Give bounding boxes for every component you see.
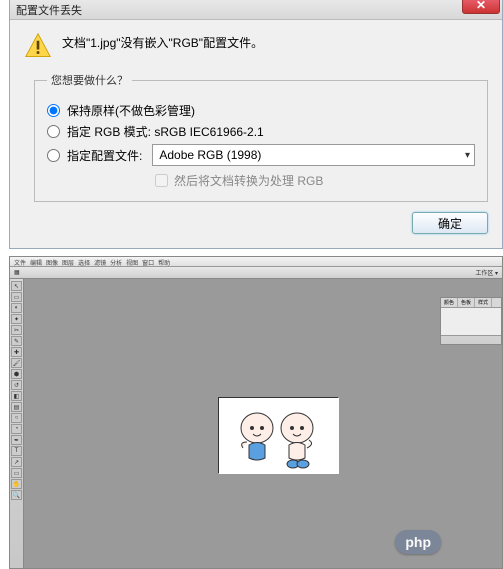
eraser-tool-icon[interactable]: ◧ — [11, 391, 22, 401]
panel-tab[interactable]: 样式 — [475, 298, 492, 307]
blur-tool-icon[interactable]: ○ — [11, 413, 22, 423]
path-tool-icon[interactable]: ↗ — [11, 457, 22, 467]
opt-swatch[interactable]: ▦ — [14, 269, 20, 276]
menu-item[interactable]: 分析 — [110, 258, 122, 265]
pen-tool-icon[interactable]: ✒ — [11, 435, 22, 445]
gradient-tool-icon[interactable]: ▤ — [11, 402, 22, 412]
menu-item[interactable]: 帮助 — [158, 258, 170, 265]
eyedropper-tool-icon[interactable]: ✎ — [11, 336, 22, 346]
menu-item[interactable]: 文件 — [14, 258, 26, 265]
message-row: 文档"1.jpg"没有嵌入"RGB"配置文件。 — [24, 30, 488, 60]
options-group: 您想要做什么？ 保持原样(不做色彩管理) 指定 RGB 模式: sRGB IEC… — [34, 72, 488, 202]
option-assign-working[interactable]: 指定 RGB 模式: sRGB IEC61966-2.1 — [47, 123, 475, 140]
dodge-tool-icon[interactable]: ◔ — [11, 424, 22, 434]
menu-bar[interactable]: 文件 编辑 图像 图层 选择 滤镜 分析 视图 窗口 帮助 — [10, 257, 502, 267]
panel-tabs[interactable]: 颜色 色板 样式 — [441, 298, 501, 308]
cartoon-image — [219, 398, 339, 474]
dialog-title: 配置文件丢失 — [10, 2, 82, 18]
document-image[interactable] — [218, 397, 338, 473]
hand-tool-icon[interactable]: ✋ — [11, 479, 22, 489]
stamp-tool-icon[interactable]: ⬢ — [11, 369, 22, 379]
close-icon: ✕ — [476, 0, 486, 12]
panel-body[interactable] — [441, 308, 501, 336]
option-label: 保持原样(不做色彩管理) — [67, 102, 195, 119]
tools-panel[interactable]: ↖ ▭ ◐ ✦ ✂ ✎ ✚ 🖌 ⬢ ↺ ◧ ▤ ○ ◔ ✒ T ↗ ▭ ✋ 🔍 — [10, 279, 24, 568]
zoom-tool-icon[interactable]: 🔍 — [11, 490, 22, 500]
radio-working[interactable] — [47, 125, 60, 138]
brush-tool-icon[interactable]: 🖌 — [11, 358, 22, 368]
main-area: ↖ ▭ ◐ ✦ ✂ ✎ ✚ 🖌 ⬢ ↺ ◧ ▤ ○ ◔ ✒ T ↗ ▭ ✋ 🔍 — [10, 279, 502, 568]
panel-tab[interactable]: 颜色 — [441, 298, 458, 307]
side-panels[interactable]: 颜色 色板 样式 — [440, 297, 502, 345]
heal-tool-icon[interactable]: ✚ — [11, 347, 22, 357]
dialog-titlebar[interactable]: 配置文件丢失 ✕ — [10, 0, 502, 20]
menu-item[interactable]: 图像 — [46, 258, 58, 265]
menu-item[interactable]: 视图 — [126, 258, 138, 265]
warning-icon — [24, 32, 52, 60]
dialog-message: 文档"1.jpg"没有嵌入"RGB"配置文件。 — [62, 30, 263, 51]
profile-selected-value: Adobe RGB (1998) — [159, 148, 261, 162]
group-legend: 您想要做什么？ — [47, 72, 132, 88]
menu-item[interactable]: 选择 — [78, 258, 90, 265]
options-bar[interactable]: ▦ 工作区 ▾ — [10, 267, 502, 279]
canvas-area[interactable] — [24, 279, 502, 568]
option-label: 指定 RGB 模式: sRGB IEC61966-2.1 — [67, 123, 264, 140]
ok-button[interactable]: 确定 — [412, 212, 488, 234]
missing-profile-dialog: 配置文件丢失 ✕ 文档"1.jpg"没有嵌入"RGB"配置文件。 您想要做什么？… — [9, 0, 503, 249]
photoshop-window: 文件 编辑 图像 图层 选择 滤镜 分析 视图 窗口 帮助 ▦ 工作区 ▾ ↖ … — [9, 256, 503, 569]
watermark-badge: php — [395, 530, 441, 554]
workspace-switcher[interactable]: 工作区 ▾ — [475, 268, 498, 277]
crop-tool-icon[interactable]: ✂ — [11, 325, 22, 335]
convert-label: 然后将文档转换为处理 RGB — [174, 172, 323, 189]
close-button[interactable]: ✕ — [462, 0, 500, 14]
option-label: 指定配置文件: — [67, 147, 142, 164]
marquee-tool-icon[interactable]: ▭ — [11, 292, 22, 302]
radio-profile[interactable] — [47, 149, 60, 162]
type-tool-icon[interactable]: T — [11, 446, 22, 456]
convert-checkbox-row[interactable]: 然后将文档转换为处理 RGB — [155, 172, 475, 189]
panel-tab[interactable]: 色板 — [458, 298, 475, 307]
option-keep-as-is[interactable]: 保持原样(不做色彩管理) — [47, 102, 475, 119]
radio-keep[interactable] — [47, 104, 60, 117]
menu-item[interactable]: 编辑 — [30, 258, 42, 265]
chevron-down-icon: ▾ — [465, 150, 470, 161]
wand-tool-icon[interactable]: ✦ — [11, 314, 22, 324]
menu-item[interactable]: 图层 — [62, 258, 74, 265]
move-tool-icon[interactable]: ↖ — [11, 281, 22, 291]
option-assign-profile[interactable]: 指定配置文件: Adobe RGB (1998) ▾ — [47, 144, 475, 166]
lasso-tool-icon[interactable]: ◐ — [11, 303, 22, 313]
shape-tool-icon[interactable]: ▭ — [11, 468, 22, 478]
profile-select[interactable]: Adobe RGB (1998) ▾ — [152, 144, 475, 166]
dialog-body: 文档"1.jpg"没有嵌入"RGB"配置文件。 您想要做什么？ 保持原样(不做色… — [10, 20, 502, 248]
history-tool-icon[interactable]: ↺ — [11, 380, 22, 390]
menu-item[interactable]: 窗口 — [142, 258, 154, 265]
watermark-text: 中文网 — [443, 532, 488, 552]
button-row: 确定 — [24, 202, 488, 234]
menu-item[interactable]: 滤镜 — [94, 258, 106, 265]
watermark: php 中文网 — [395, 530, 488, 554]
convert-checkbox[interactable] — [155, 174, 168, 187]
